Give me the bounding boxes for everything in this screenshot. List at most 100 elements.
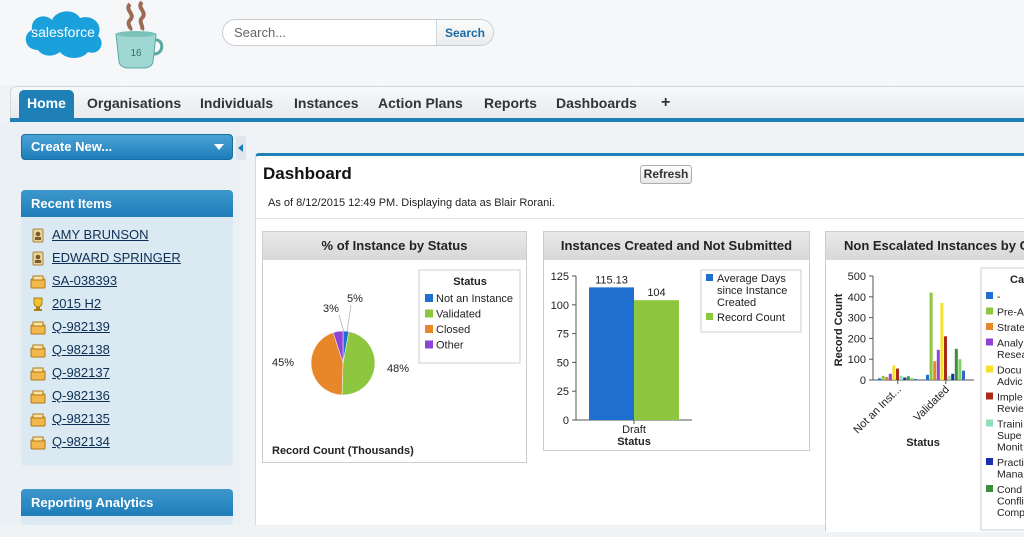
leader-line [346, 304, 352, 333]
legend-swatch [706, 313, 713, 320]
bar-data-label: 115.13 [595, 274, 628, 286]
tab-reports[interactable]: Reports [478, 92, 543, 120]
tab-home[interactable]: Home [19, 90, 74, 121]
bar [888, 373, 892, 380]
refresh-button[interactable]: Refresh [640, 165, 692, 184]
legend-swatch [706, 274, 713, 281]
legend-swatch [986, 338, 993, 346]
widget-title: Non Escalated Instances by C [826, 232, 1024, 260]
pie-slice [341, 331, 376, 396]
record-icon [30, 321, 46, 335]
bar [944, 336, 947, 380]
pie-data-label: 45% [272, 357, 294, 369]
legend-item: Docu [997, 365, 1022, 377]
recent-item-link[interactable]: Q-982139 [52, 319, 110, 334]
bar [926, 374, 929, 380]
tab-organisations[interactable]: Organisations [81, 92, 187, 120]
bar [914, 378, 917, 380]
recent-item-link[interactable]: Q-982135 [52, 411, 110, 426]
recent-item-link[interactable]: AMY BRUNSON [52, 227, 149, 242]
reporting-analytics-panel [21, 516, 233, 525]
search-button[interactable]: Search [436, 20, 493, 45]
x-tick-label: Not an Inst... [851, 384, 904, 437]
bar [936, 349, 940, 380]
sidebar-collapse-handle[interactable] [236, 136, 246, 160]
legend-item: Pre-A [997, 307, 1024, 319]
y-tick-label: 125 [551, 271, 569, 283]
legend-swatch [986, 292, 993, 299]
tab-dashboards[interactable]: Dashboards [550, 92, 643, 120]
x-tick-label: Draft [622, 424, 646, 436]
salesforce-logo[interactable]: salesforce [18, 2, 108, 62]
legend-swatch [425, 340, 433, 349]
y-tick-label: 75 [557, 329, 569, 341]
pie-chart: 3% 48% 45% 5% Status Not an Instance Validated… [272, 269, 521, 457]
record-icon [30, 367, 46, 381]
bar [933, 361, 937, 380]
bar [899, 375, 903, 380]
recent-item-link[interactable]: EDWARD SPRINGER [52, 250, 181, 265]
contact-icon [32, 228, 44, 243]
bar [940, 303, 944, 380]
legend-item: Comp [997, 507, 1024, 519]
legend-item: Revie [997, 403, 1024, 415]
search-input[interactable] [223, 20, 438, 45]
dashboard-timestamp: As of 8/12/2015 12:49 PM. Displaying dat… [268, 197, 555, 209]
legend-swatch [986, 458, 993, 465]
recent-item-link[interactable]: Q-982138 [52, 342, 110, 357]
recent-item-link[interactable]: 2015 H2 [52, 296, 101, 311]
trophy-icon [33, 297, 43, 311]
recent-item-link[interactable]: Q-982136 [52, 388, 110, 403]
grouped-bar-chart: Record Count 0 100 200 300 400 500 Not an Inst.… [833, 267, 1024, 531]
bar [903, 377, 907, 380]
chevron-left-icon [238, 144, 243, 152]
x-axis-label: Status [906, 437, 940, 449]
page-title: Dashboard [263, 164, 352, 183]
y-tick-label: 400 [848, 292, 866, 304]
x-tick-label: Validated [912, 384, 952, 424]
legend-item: Imple [997, 392, 1023, 404]
bar [910, 377, 914, 380]
bar [962, 370, 965, 380]
tab-action-plans[interactable]: Action Plans [372, 92, 469, 120]
legend-item: Other [436, 340, 464, 352]
recent-item-link[interactable]: Q-982134 [52, 434, 110, 449]
bar [589, 287, 634, 420]
legend-swatch [425, 325, 433, 333]
legend-item: Advic [997, 376, 1023, 388]
legend-item: Traini [997, 419, 1023, 431]
recent-item-link[interactable]: SA-038393 [52, 273, 117, 288]
y-axis-label: Record Count [833, 293, 845, 366]
create-new-dropdown[interactable]: Create New... [21, 134, 233, 160]
contact-icon [32, 251, 44, 266]
y-tick-label: 200 [848, 333, 866, 345]
tab-individuals[interactable]: Individuals [194, 92, 279, 120]
bar [929, 292, 933, 380]
record-icon [30, 436, 46, 450]
bar [958, 359, 962, 380]
legend-title: Status [453, 276, 487, 288]
widget-instance-status-pie[interactable]: % of Instance by Status 3% 48% 45% 5% Status… [262, 231, 527, 463]
search-box: Search [222, 19, 494, 46]
y-tick-label: 0 [860, 375, 866, 387]
chart-footer: Record Count (Thousands) [272, 445, 414, 457]
legend-item: Cond [997, 484, 1022, 496]
mug-badge: 16 [130, 48, 142, 59]
legend-item: since Instance [717, 285, 787, 297]
widget-non-escalated-instances[interactable]: Non Escalated Instances by C Record Coun… [825, 231, 1024, 532]
bar-data-label: 104 [647, 287, 665, 299]
record-icon [30, 344, 46, 358]
y-tick-label: 100 [848, 354, 866, 366]
bar [954, 348, 958, 380]
bar [906, 376, 910, 380]
x-axis-label: Status [617, 436, 651, 448]
record-icon [30, 390, 46, 404]
widget-created-not-submitted[interactable]: Instances Created and Not Submitted 0 25 5… [543, 231, 810, 451]
recent-item-link[interactable]: Q-982137 [52, 365, 110, 380]
add-tab-button[interactable]: + [655, 92, 676, 120]
chevron-down-icon [214, 144, 224, 150]
bar [885, 376, 889, 380]
legend-item: Strate [997, 322, 1024, 334]
legend-item: Validated [436, 309, 481, 321]
tab-instances[interactable]: Instances [288, 92, 365, 120]
